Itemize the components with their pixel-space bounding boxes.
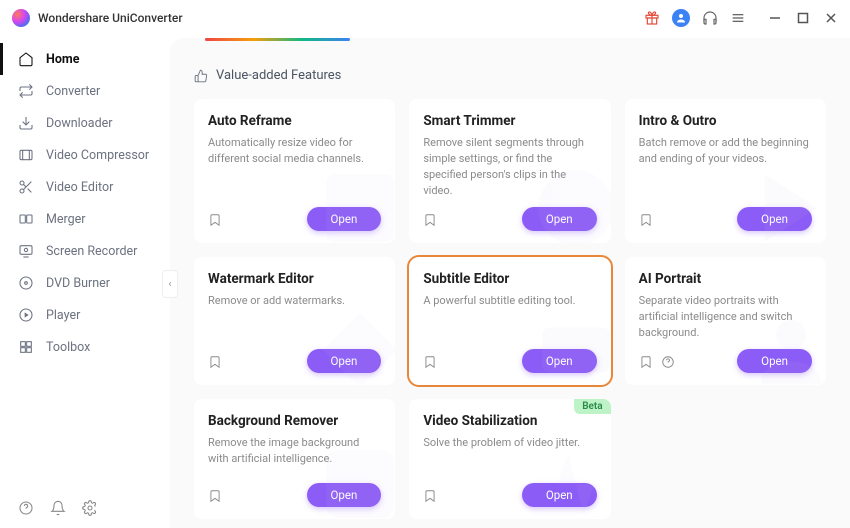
card-ai-portrait: AI Portrait Separate video portraits wit… xyxy=(625,257,826,385)
help-small-icon[interactable] xyxy=(661,354,675,368)
section-header: Value-added Features xyxy=(194,68,826,83)
sidebar-item-home[interactable]: Home xyxy=(0,43,170,75)
sidebar-item-label: Converter xyxy=(46,84,100,99)
sidebar-item-downloader[interactable]: Downloader xyxy=(0,107,170,139)
minimize-button[interactable] xyxy=(768,11,782,25)
card-bg-icon xyxy=(315,439,395,519)
card-watermark-editor: Watermark Editor Remove or add watermark… xyxy=(194,257,395,385)
card-title: Auto Reframe xyxy=(208,113,381,129)
home-icon xyxy=(18,51,34,67)
thumbs-up-icon xyxy=(194,69,208,83)
sidebar-item-video-editor[interactable]: Video Editor xyxy=(0,171,170,203)
card-title: AI Portrait xyxy=(639,271,812,287)
bookmark-icon[interactable] xyxy=(208,212,222,226)
bookmark-icon[interactable] xyxy=(423,212,437,226)
card-title: Video Stabilization xyxy=(423,413,596,429)
disc-icon xyxy=(18,275,34,291)
downloader-icon xyxy=(18,115,34,131)
card-bg-icon xyxy=(315,305,395,385)
user-avatar[interactable] xyxy=(672,9,690,27)
sidebar-item-label: DVD Burner xyxy=(46,276,110,291)
sidebar-item-dvd-burner[interactable]: DVD Burner xyxy=(0,267,170,299)
card-bg-icon xyxy=(746,305,826,385)
menu-icon[interactable] xyxy=(730,10,746,26)
sidebar-item-video-compressor[interactable]: Video Compressor xyxy=(0,139,170,171)
card-bg-icon xyxy=(746,163,826,243)
accent-bar xyxy=(205,38,350,41)
sidebar-item-merger[interactable]: Merger xyxy=(0,203,170,235)
bookmark-icon[interactable] xyxy=(423,354,437,368)
sidebar-item-label: Merger xyxy=(46,212,86,227)
bookmark-icon[interactable] xyxy=(423,488,437,502)
titlebar-actions xyxy=(644,9,838,27)
sidebar-item-label: Video Compressor xyxy=(46,148,149,163)
bookmark-icon[interactable] xyxy=(208,354,222,368)
card-bg-icon xyxy=(531,439,611,519)
sidebar-item-label: Home xyxy=(46,52,79,67)
sidebar-item-label: Screen Recorder xyxy=(46,244,137,259)
settings-icon[interactable] xyxy=(82,500,98,516)
sidebar-item-label: Toolbox xyxy=(46,340,90,355)
converter-icon xyxy=(18,83,34,99)
merger-icon xyxy=(18,211,34,227)
sidebar-collapse-handle[interactable]: ‹ xyxy=(162,270,178,298)
maximize-button[interactable] xyxy=(796,11,810,25)
card-title: Watermark Editor xyxy=(208,271,381,287)
title-bar: Wondershare UniConverter xyxy=(0,0,850,35)
bookmark-icon[interactable] xyxy=(208,488,222,502)
card-title: Subtitle Editor xyxy=(423,271,596,287)
app-logo-icon xyxy=(12,9,30,27)
card-bg-icon xyxy=(531,163,611,243)
recorder-icon xyxy=(18,243,34,259)
card-bg-icon xyxy=(531,305,611,385)
card-intro-outro: Intro & Outro Batch remove or add the be… xyxy=(625,99,826,243)
bookmark-icon[interactable] xyxy=(639,354,653,368)
gift-icon[interactable] xyxy=(644,10,660,26)
sidebar-item-label: Player xyxy=(46,308,80,323)
scissors-icon xyxy=(18,179,34,195)
sidebar: Home Converter Downloader Video Compress… xyxy=(0,35,170,528)
play-icon xyxy=(18,307,34,323)
help-icon[interactable] xyxy=(18,500,34,516)
compressor-icon xyxy=(18,147,34,163)
card-background-remover: Background Remover Remove the image back… xyxy=(194,399,395,519)
card-title: Background Remover xyxy=(208,413,381,429)
bell-icon[interactable] xyxy=(50,500,66,516)
sidebar-bottom xyxy=(0,488,170,528)
sidebar-item-toolbox[interactable]: Toolbox xyxy=(0,331,170,363)
card-bg-icon xyxy=(315,163,395,243)
card-subtitle-editor: Subtitle Editor A powerful subtitle edit… xyxy=(409,257,610,385)
app-title: Wondershare UniConverter xyxy=(38,11,183,25)
sidebar-item-player[interactable]: Player xyxy=(0,299,170,331)
close-button[interactable] xyxy=(824,11,838,25)
card-video-stabilization: Beta Video Stabilization Solve the probl… xyxy=(409,399,610,519)
card-title: Smart Trimmer xyxy=(423,113,596,129)
sidebar-item-label: Video Editor xyxy=(46,180,113,195)
main-content: Value-added Features Auto Reframe Automa… xyxy=(170,38,850,528)
bookmark-icon[interactable] xyxy=(639,212,653,226)
beta-badge: Beta xyxy=(574,399,610,414)
section-title: Value-added Features xyxy=(216,68,341,83)
app-logo-wrap: Wondershare UniConverter xyxy=(12,9,183,27)
sidebar-item-screen-recorder[interactable]: Screen Recorder xyxy=(0,235,170,267)
card-title: Intro & Outro xyxy=(639,113,812,129)
sidebar-item-label: Downloader xyxy=(46,116,113,131)
support-icon[interactable] xyxy=(702,10,718,26)
sidebar-item-converter[interactable]: Converter xyxy=(0,75,170,107)
grid-icon xyxy=(18,339,34,355)
feature-cards-grid: Auto Reframe Automatically resize video … xyxy=(194,99,826,519)
card-smart-trimmer: Smart Trimmer Remove silent segments thr… xyxy=(409,99,610,243)
card-auto-reframe: Auto Reframe Automatically resize video … xyxy=(194,99,395,243)
